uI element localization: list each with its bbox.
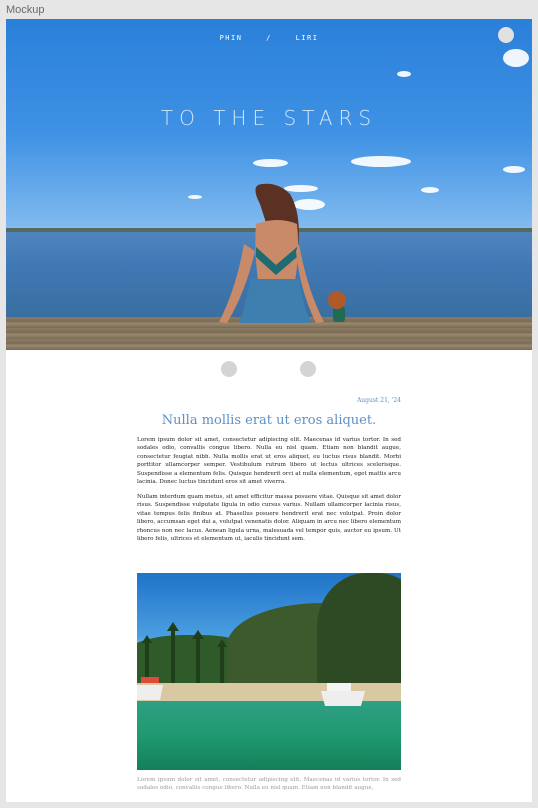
frame-label: Mockup bbox=[6, 4, 45, 16]
person-sitting-icon bbox=[219, 183, 346, 323]
photo-caption: Lorem ipsum dolor sit amet, consectetur … bbox=[137, 777, 401, 792]
hero-banner: PHIN / LIRI TO THE STARS bbox=[6, 19, 532, 350]
nav-separator: / bbox=[266, 34, 272, 42]
hero-title: TO THE STARS bbox=[160, 106, 378, 130]
top-nav: PHIN / LIRI bbox=[6, 34, 532, 42]
nav-item-phin[interactable]: PHIN bbox=[220, 34, 243, 42]
menu-circle-button[interactable] bbox=[498, 27, 514, 43]
post-title[interactable]: Nulla mollis erat ut eros aliquet. bbox=[6, 413, 532, 428]
post-date: August 21, '24 bbox=[356, 397, 401, 404]
post-paragraph-1: Lorem ipsum dolor sit amet, consectetur … bbox=[137, 437, 401, 486]
slider-dot-1[interactable] bbox=[221, 361, 237, 377]
nav-item-liri[interactable]: LIRI bbox=[296, 34, 319, 42]
post-paragraph-2: Nullam interdum quam metus, sit amet eff… bbox=[137, 494, 401, 543]
palm-trees-icon bbox=[137, 622, 365, 706]
slider-dot-2[interactable] bbox=[300, 361, 316, 377]
mockup-page: PHIN / LIRI TO THE STARS August 21, '24 … bbox=[6, 19, 532, 802]
slider-dots bbox=[6, 361, 532, 377]
post-photo bbox=[137, 573, 401, 770]
